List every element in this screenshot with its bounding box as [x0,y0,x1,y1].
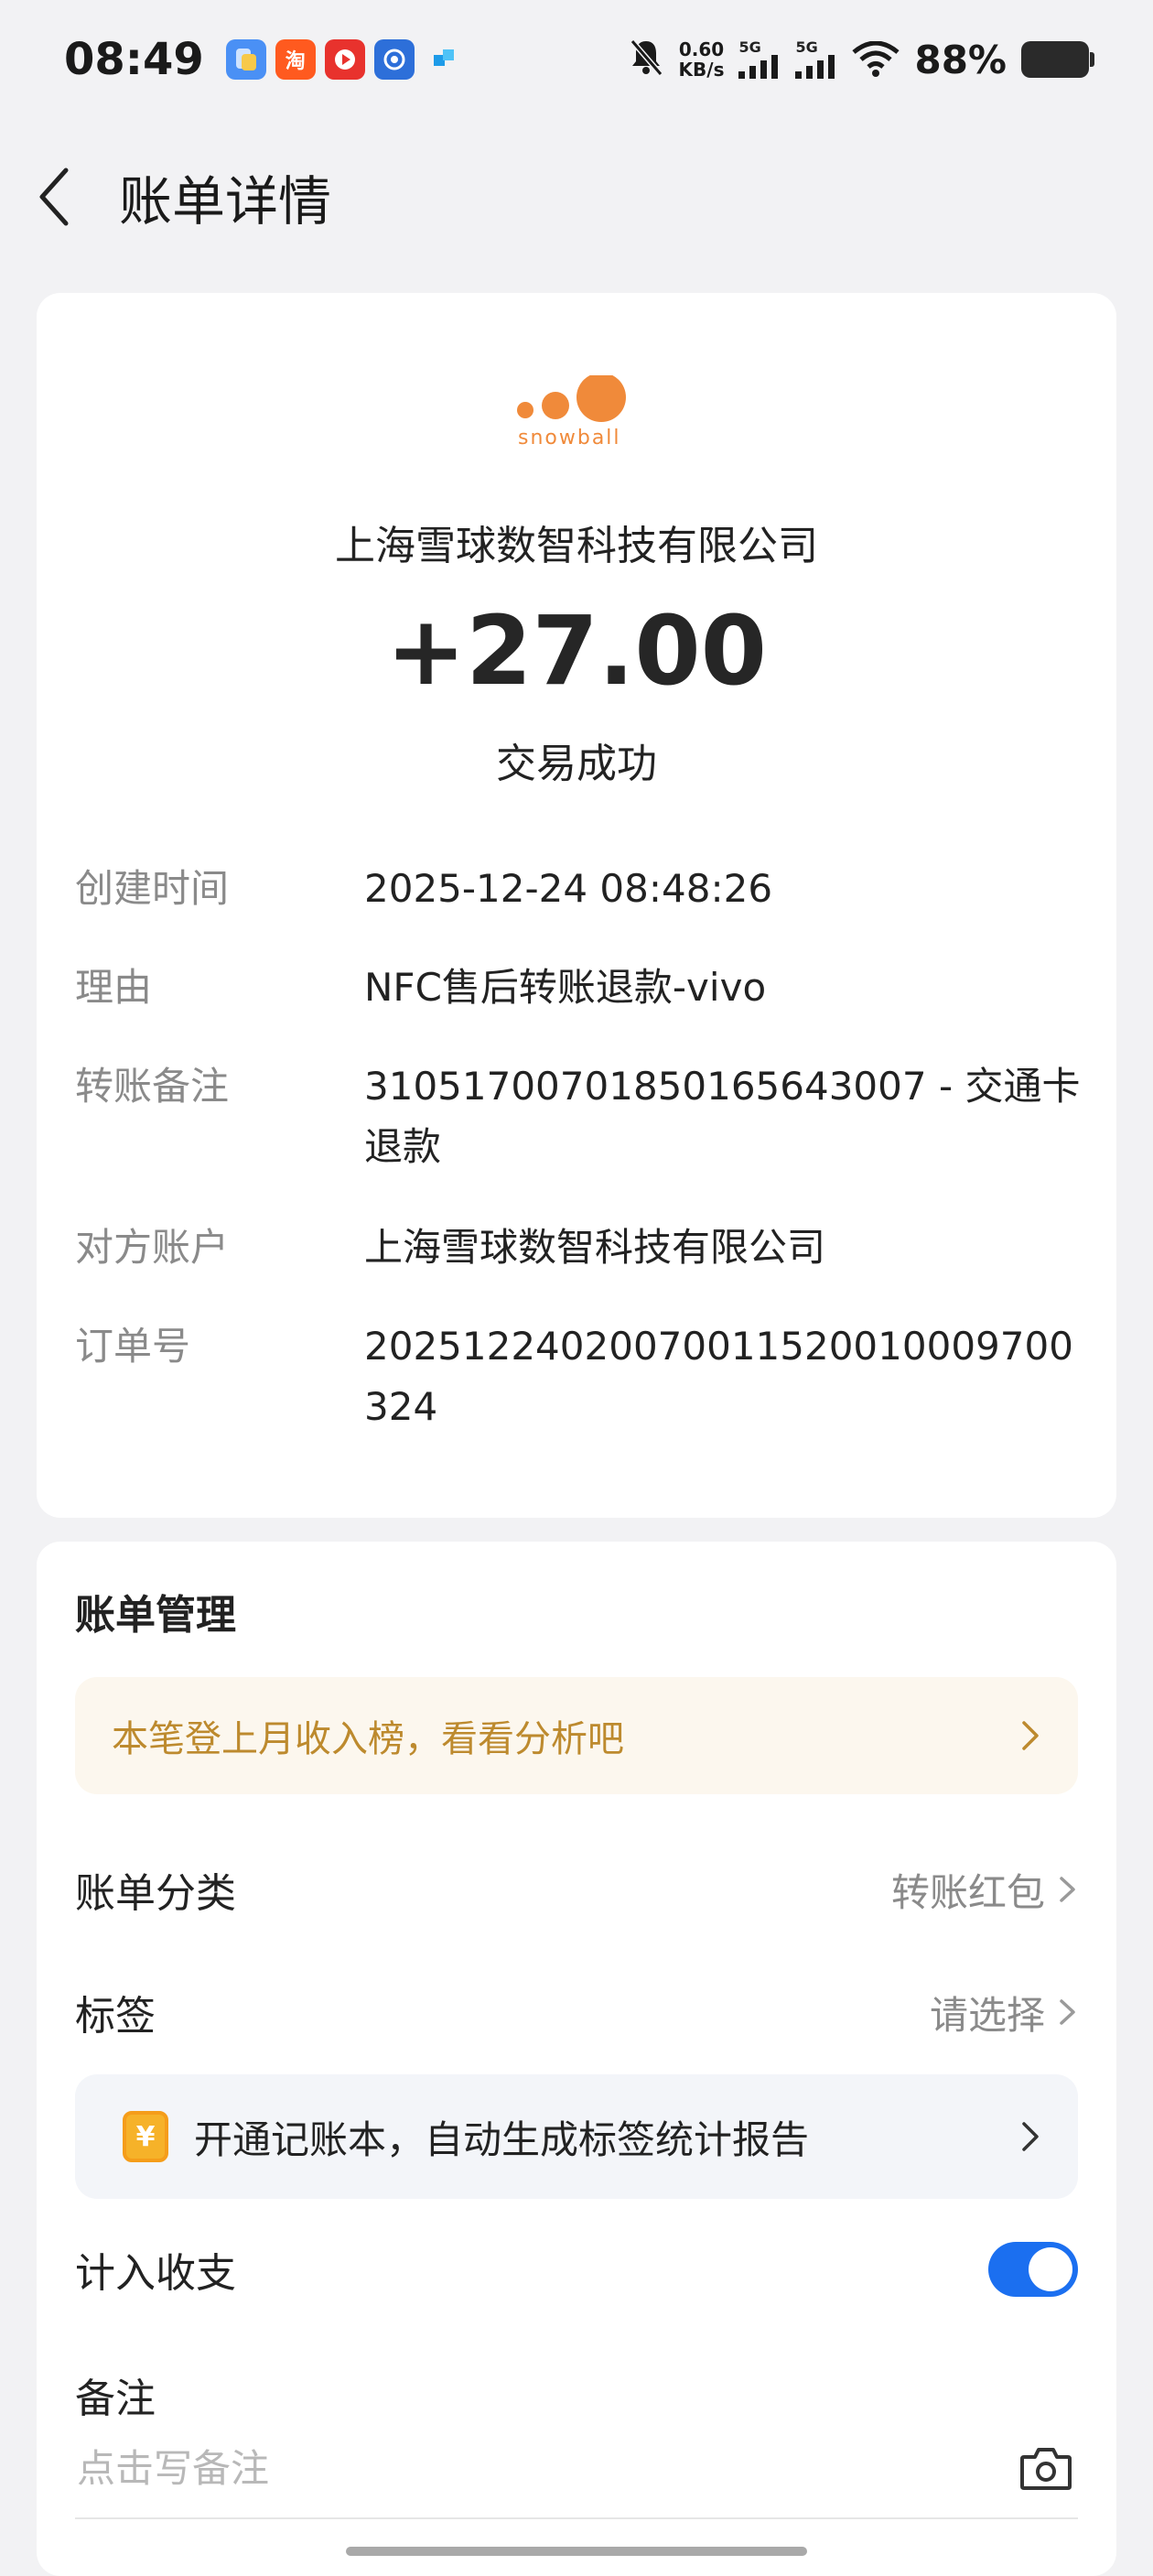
include-toggle[interactable] [988,2242,1078,2297]
status-bar: 08:49 淘 0.60 KB/s 5G 5G 88% [0,0,1153,119]
camera-icon [1020,2448,1072,2490]
chevron-right-icon [1060,1999,1075,2025]
yen-coin-icon: ¥ [123,2111,168,2162]
detail-label: 转账备注 [75,1064,230,1109]
shield-app-icon [373,39,415,80]
detail-label: 对方账户 [75,1225,230,1270]
taobao-app-icon: 淘 [275,39,316,80]
page-title: 账单详情 [119,170,332,233]
bill-category-row[interactable]: 账单分类 转账红包 [75,1844,1078,1935]
transaction-status: 交易成功 [496,741,657,787]
detail-label: 创建时间 [75,866,230,911]
transaction-amount: +27.00 [385,595,768,707]
snowball-logo-icon [517,373,626,422]
sim1-label: 5G [738,38,761,56]
status-indicators: 0.60 KB/s 5G 5G 88% [628,37,1094,82]
detail-row-reason: 理由 NFC售后转账退款-vivo [75,958,1091,1018]
wifi-icon [852,41,900,77]
detail-row-counterparty: 对方账户 上海雪球数智科技有限公司 [75,1218,1091,1278]
detail-value: NFC售后转账退款-vivo [364,965,767,1010]
tag-value: 请选择 [929,1992,1045,2038]
category-value: 转账红包 [890,1869,1045,1915]
signal-bars-icon [795,55,835,79]
banner-text: 本笔登上月收入榜，看看分析吧 [112,1718,624,1760]
back-arrow-icon [39,168,69,226]
net-speed-value: 0.60 [678,38,725,60]
transaction-card: snowball 上海雪球数智科技有限公司 +27.00 交易成功 创建时间 2… [37,293,1116,1518]
page-header: 账单详情 [0,146,1153,247]
ledger-promo-banner[interactable]: ¥ 开通记账本，自动生成标签统计报告 [75,2074,1078,2199]
include-in-income-row: 计入收支 [75,2219,1078,2320]
chevron-right-icon [1060,1877,1075,1902]
battery-icon [1021,41,1094,78]
detail-row-order-number: 订单号 20251224020070011520010009700324 [75,1316,1091,1437]
counterparty-name: 上海雪球数智科技有限公司 [335,523,818,569]
note-field-container [75,2419,1078,2519]
detail-value: 310517007018501656430​07 - 交通卡退款 [364,1064,1081,1169]
include-label: 计入收支 [75,2250,236,2297]
camera-button[interactable] [1014,2436,1078,2500]
category-label: 账单分类 [75,1870,236,1917]
bill-management-card: 账单管理 本笔登上月收入榜，看看分析吧 账单分类 转账红包 标签 请选择 ¥ 开… [37,1542,1116,2576]
toggle-knob [1029,2247,1072,2291]
yen-icon-glyph: ¥ [135,2120,156,2153]
detail-row-created-time: 创建时间 2025-12-24 08:48:26 [75,859,1091,919]
sim2-label: 5G [795,38,818,56]
network-speed: 0.60 KB/s [679,39,725,80]
note-label: 备注 [75,2376,156,2422]
logo-wordmark: snowball [518,427,621,449]
merchant-logo: snowball [37,373,1116,458]
sim1-signal: 5G [738,40,781,79]
tag-row[interactable]: 标签 请选择 [75,1966,1078,2058]
home-indicator[interactable] [346,2547,807,2556]
detail-value: 上海雪球数智科技有限公司 [364,1225,826,1270]
files-app-icon [225,39,266,80]
detail-value: 2025-12-24 08:48:26 [364,866,773,911]
chevron-right-icon [1022,1721,1039,1750]
detail-value[interactable]: 20251224020070011520010009700324 [364,1316,1091,1437]
notification-app-icons: 淘 [225,39,464,80]
taobao-icon-text: 淘 [285,50,306,73]
detail-row-transfer-note: 转账备注 310517007018501656430​07 - 交通卡退款 [75,1056,1091,1177]
mute-bell-icon [628,38,664,81]
status-time: 08:49 [64,34,204,85]
promo-text: 开通记账本，自动生成标签统计报告 [194,2116,810,2162]
detail-label: 理由 [75,965,153,1010]
video-app-icon [324,39,365,80]
net-speed-unit: KB/s [678,59,725,81]
battery-percent: 88% [914,37,1007,82]
signal-bars-icon [738,55,779,79]
back-button[interactable] [0,146,110,247]
chevron-right-icon [1022,2122,1039,2151]
sim2-signal: 5G [795,40,837,79]
section-title: 账单管理 [75,1592,236,1639]
income-ranking-banner[interactable]: 本笔登上月收入榜，看看分析吧 [75,1677,1078,1794]
note-input[interactable] [75,2444,899,2492]
tag-label: 标签 [75,1993,156,2040]
blocks-app-icon [424,39,464,80]
detail-label: 订单号 [75,1324,191,1369]
